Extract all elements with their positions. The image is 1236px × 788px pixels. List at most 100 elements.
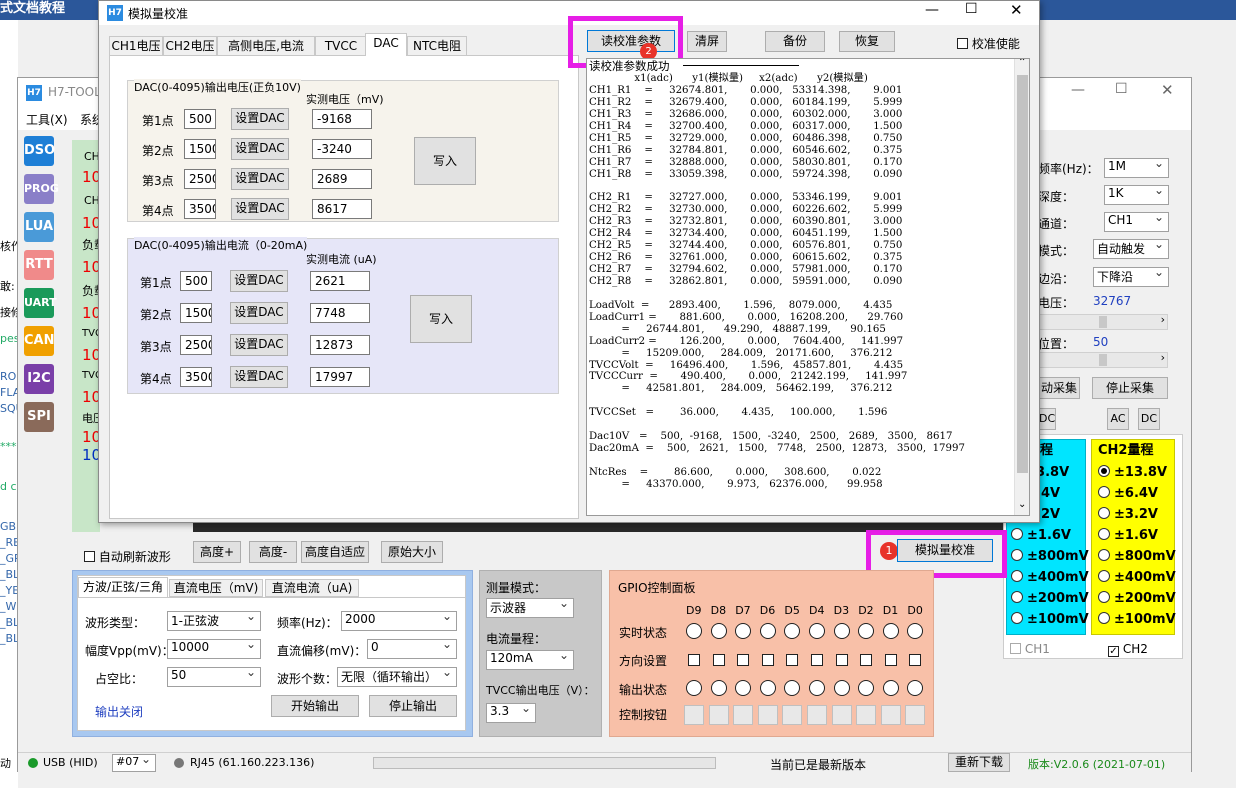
slider-thumb[interactable] xyxy=(1099,316,1107,328)
radio-icon[interactable] xyxy=(1011,612,1023,624)
tab-wave[interactable]: 方波/正弦/三角 xyxy=(78,577,168,597)
radio-icon[interactable] xyxy=(1098,549,1110,561)
measured-value-input[interactable]: 8617 xyxy=(312,199,372,219)
calibration-output-text[interactable]: 读校准参数成功 x1(adc) y1(模拟量) x2(adc) y2(模拟量) C… xyxy=(586,58,1030,516)
dac-value-input[interactable]: 1500 xyxy=(184,139,216,159)
tvcc-voltage-select[interactable]: 3.3 xyxy=(486,703,536,723)
gpio-direction-checkbox[interactable] xyxy=(835,654,848,666)
menu-tools[interactable]: 工具(X) xyxy=(26,111,68,128)
stop-output-button[interactable]: 停止输出 xyxy=(369,695,457,717)
tool-i2c-button[interactable]: I2C xyxy=(24,364,54,394)
gpio-control-button[interactable] xyxy=(684,705,704,725)
gpio-output-state-icon[interactable] xyxy=(882,680,899,696)
original-size-button[interactable]: 原始大小 xyxy=(381,541,443,563)
chevron-right-icon[interactable]: › xyxy=(1161,351,1165,364)
radio-icon[interactable] xyxy=(1098,570,1110,582)
trigger-voltage-slider[interactable]: › xyxy=(1038,313,1168,330)
slider-thumb[interactable] xyxy=(1099,354,1107,366)
tool-uart-button[interactable]: UART xyxy=(24,288,57,318)
tool-can-button[interactable]: CAN xyxy=(24,326,54,356)
stop-capture-button[interactable]: 停止采集 xyxy=(1092,377,1168,399)
calibration-enable-checkbox[interactable]: 校准使能 xyxy=(957,35,1020,52)
ch2-dc-button[interactable]: DC xyxy=(1138,408,1160,430)
radio-icon[interactable] xyxy=(1011,591,1023,603)
height-plus-button[interactable]: 高度+ xyxy=(193,541,241,563)
set-dac-button[interactable]: 设置DAC xyxy=(230,366,288,388)
tab-ch1-voltage[interactable]: CH1电压 xyxy=(109,36,163,55)
read-calibration-button[interactable]: 读校准参数 xyxy=(587,30,675,52)
gpio-output-state-icon[interactable] xyxy=(686,680,702,696)
backup-button[interactable]: 备份 xyxy=(765,31,825,52)
tab-tvcc[interactable]: TVCC xyxy=(315,36,367,55)
gpio-output-state-icon[interactable] xyxy=(784,680,801,696)
radio-icon[interactable] xyxy=(1011,570,1023,582)
radio-icon[interactable] xyxy=(1011,549,1023,561)
gpio-output-state-icon[interactable] xyxy=(907,680,924,696)
tab-dac[interactable]: DAC xyxy=(365,33,407,56)
tab-high-side[interactable]: 高侧电压,电流 xyxy=(217,36,315,55)
set-dac-button[interactable]: 设置DAC xyxy=(231,168,289,190)
tool-spi-button[interactable]: SPI xyxy=(24,402,54,432)
gpio-direction-checkbox[interactable] xyxy=(737,654,750,666)
gpio-control-button[interactable] xyxy=(757,705,778,725)
gpio-control-button[interactable] xyxy=(807,705,827,725)
gpio-output-state-icon[interactable] xyxy=(833,680,850,696)
gpio-direction-checkbox[interactable] xyxy=(884,654,897,666)
gpio-direction-checkbox[interactable] xyxy=(811,654,823,666)
ch1-range-100mv[interactable]: ±100mV xyxy=(1011,609,1089,630)
measured-value-input[interactable]: 12873 xyxy=(310,335,370,355)
wave-amp-select[interactable]: 10000 xyxy=(167,639,261,659)
dac-value-input[interactable]: 2500 xyxy=(184,169,216,189)
ch2-range-3v2[interactable]: ±3.2V xyxy=(1098,504,1158,525)
ch2-range-13v8[interactable]: ±13.8V xyxy=(1098,462,1167,483)
ch2-range-100mv[interactable]: ±100mV xyxy=(1098,609,1176,630)
maximize-icon[interactable]: ☐ xyxy=(1115,81,1128,97)
redownload-button[interactable]: 重新下载 xyxy=(948,753,1010,772)
chevron-up-icon[interactable]: ⌃ xyxy=(1018,59,1026,69)
gpio-direction-checkbox[interactable] xyxy=(712,654,725,666)
output-scrollbar[interactable]: ⌃ ⌄ xyxy=(1014,59,1029,515)
set-dac-button[interactable]: 设置DAC xyxy=(230,334,288,356)
tool-rtt-button[interactable]: RTT xyxy=(24,250,54,280)
gpio-control-button[interactable] xyxy=(782,705,803,725)
gpio-direction-checkbox[interactable] xyxy=(860,654,873,666)
radio-icon[interactable] xyxy=(1098,612,1110,624)
chevron-right-icon[interactable]: › xyxy=(1161,313,1165,326)
dac-value-input[interactable]: 3500 xyxy=(184,199,216,219)
gpio-direction-checkbox[interactable] xyxy=(909,654,922,666)
checkbox-icon[interactable] xyxy=(84,551,95,562)
gpio-control-button[interactable] xyxy=(905,705,926,725)
set-dac-button[interactable]: 设置DAC xyxy=(231,138,289,160)
ch2-range-800mv[interactable]: ±800mV xyxy=(1098,546,1176,567)
dac-value-input[interactable]: 500 xyxy=(184,109,216,129)
dac-value-input[interactable]: 2500 xyxy=(180,335,212,355)
minimize-icon[interactable]: — xyxy=(1071,82,1085,98)
radio-icon[interactable] xyxy=(1098,507,1110,519)
voltage-write-button[interactable]: 写入 xyxy=(414,137,476,185)
radio-icon[interactable] xyxy=(1011,528,1023,540)
tab-ntc[interactable]: NTC电阻 xyxy=(407,36,467,55)
gpio-control-button[interactable] xyxy=(708,705,729,725)
set-dac-button[interactable]: 设置DAC xyxy=(231,108,289,130)
radio-icon[interactable] xyxy=(1098,486,1110,498)
clear-screen-button[interactable]: 清屏 xyxy=(687,31,727,52)
height-minus-button[interactable]: 高度- xyxy=(249,541,297,563)
wave-type-select[interactable]: 1-正弦波 xyxy=(167,611,261,631)
channel-select[interactable]: CH1 xyxy=(1104,212,1169,232)
measured-value-input[interactable]: 2621 xyxy=(310,271,370,291)
wave-freq-select[interactable]: 2000 xyxy=(341,611,457,631)
gpio-control-button[interactable] xyxy=(856,705,877,725)
chevron-down-icon[interactable]: ⌄ xyxy=(1018,499,1026,511)
edge-select[interactable]: 下降沿 xyxy=(1093,267,1169,287)
position-slider[interactable]: › xyxy=(1038,351,1168,368)
radio-icon[interactable] xyxy=(1098,591,1110,603)
wave-duty-select[interactable]: 50 xyxy=(167,667,261,687)
dac-value-input[interactable]: 3500 xyxy=(180,367,212,387)
ch2-ac-button[interactable]: AC xyxy=(1107,408,1129,430)
ch2-range-1v6[interactable]: ±1.6V xyxy=(1098,525,1158,546)
maximize-icon[interactable]: ☐ xyxy=(965,1,978,17)
ch1-checkbox[interactable]: CH1 xyxy=(1010,642,1050,656)
gpio-output-state-icon[interactable] xyxy=(710,680,727,696)
checkbox-checked-icon[interactable] xyxy=(1010,643,1021,654)
wave-count-select[interactable]: 无限（循环输出） xyxy=(337,667,457,687)
